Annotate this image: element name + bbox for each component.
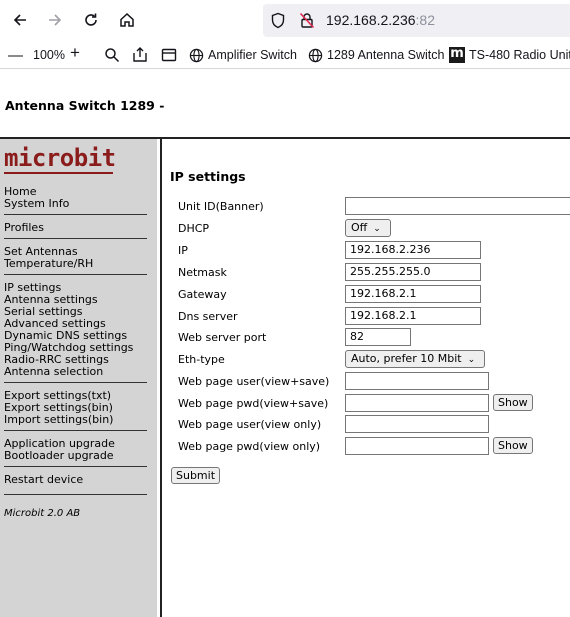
sidebar-separator — [4, 274, 147, 275]
globe-icon — [189, 48, 204, 62]
field-label: DHCP — [178, 222, 210, 235]
sidebar-separator — [4, 466, 147, 467]
microbit-logo: microbit — [4, 144, 116, 172]
bookmark-label: 1289 Antenna Switch — [327, 48, 445, 62]
web-pwd-view-only-input[interactable] — [345, 437, 489, 455]
logo-underline — [4, 172, 113, 174]
dns-server-input[interactable]: 192.168.2.1 — [345, 307, 481, 325]
field-label: Netmask — [178, 266, 227, 279]
page-title: Antenna Switch 1289 - — [5, 98, 165, 113]
netmask-input[interactable]: 255.255.255.0 — [345, 263, 481, 281]
globe-icon — [308, 48, 323, 62]
web-user-view-save-input[interactable] — [345, 372, 489, 390]
zoom-in-button[interactable]: + — [70, 43, 80, 62]
sidebar-separator — [4, 238, 147, 239]
share-icon[interactable] — [132, 46, 148, 64]
insecure-lock-icon[interactable] — [299, 12, 315, 33]
field-label: Web page user(view only) — [178, 418, 322, 431]
url-host: 192.168.2.236 — [326, 12, 416, 28]
browser-toolbar: 192.168.2.236:82 — [0, 0, 570, 40]
reload-icon[interactable] — [80, 9, 102, 31]
dhcp-value: Off — [351, 221, 368, 234]
field-label: Web server port — [178, 331, 267, 344]
web-server-port-input[interactable]: 82 — [345, 328, 411, 346]
field-label: Eth-type — [178, 353, 225, 366]
sidebar-item-system-info[interactable]: System Info — [4, 198, 69, 210]
ip-input[interactable]: 192.168.2.236 — [345, 241, 481, 259]
sidebar-item-import-settings-bin[interactable]: Import settings(bin) — [4, 414, 113, 426]
eth-type-value: Auto, prefer 10 Mbit — [351, 352, 462, 365]
field-label: Web page pwd(view only) — [178, 440, 321, 453]
field-label: Unit ID(Banner) — [178, 200, 264, 213]
sidebar-divider — [160, 139, 162, 617]
sidebar-item-restart-device[interactable]: Restart device — [4, 474, 83, 486]
sidebar — [0, 139, 157, 617]
web-user-view-only-input[interactable] — [345, 415, 489, 433]
bookmark-label: TS-480 Radio Unit — [469, 48, 570, 62]
sidebar-item-profiles[interactable]: Profiles — [4, 222, 44, 234]
sidebar-separator — [4, 430, 147, 431]
section-title: IP settings — [170, 169, 246, 184]
url-port: :82 — [415, 12, 435, 28]
zoom-level[interactable]: 100% — [33, 46, 65, 64]
back-icon[interactable] — [9, 9, 31, 31]
sidebar-toggle-icon[interactable] — [161, 46, 177, 64]
sidebar-item-temperature-rh[interactable]: Temperature/RH — [4, 258, 93, 270]
sidebar-separator — [4, 382, 147, 383]
submit-button[interactable]: Submit — [171, 467, 221, 484]
chevron-down-icon: ⌄ — [373, 224, 381, 234]
sidebar-item-bootloader-upgrade[interactable]: Bootloader upgrade — [4, 450, 114, 462]
field-label: Gateway — [178, 288, 227, 301]
field-label: IP — [178, 244, 188, 257]
url-text[interactable]: 192.168.2.236:82 — [326, 12, 435, 28]
shield-icon[interactable] — [270, 12, 286, 33]
field-label: Web page user(view+save) — [178, 375, 330, 388]
sidebar-footer: Microbit 2.0 AB — [4, 508, 81, 519]
bookmark-label: Amplifier Switch — [208, 48, 297, 62]
bookmarks-toolbar: — 100% + Amplifier Switch 1289 Antenna S… — [0, 40, 570, 69]
bookmark-amplifier-switch[interactable]: Amplifier Switch — [189, 46, 297, 64]
sidebar-item-antenna-selection[interactable]: Antenna selection — [4, 366, 103, 378]
unit-id-input[interactable] — [345, 197, 570, 215]
show-password-button[interactable]: Show — [493, 437, 533, 454]
sidebar-separator — [4, 214, 147, 215]
site-logo-icon: m — [449, 46, 465, 63]
forward-icon[interactable] — [44, 9, 66, 31]
eth-type-select[interactable]: Auto, prefer 10 Mbit ⌄ — [345, 350, 485, 368]
bookmark-1289-antenna-switch[interactable]: 1289 Antenna Switch — [308, 46, 444, 64]
search-icon[interactable] — [104, 46, 120, 64]
web-pwd-view-save-input[interactable] — [345, 394, 489, 412]
field-label: Dns server — [178, 310, 238, 323]
gateway-input[interactable]: 192.168.2.1 — [345, 285, 481, 303]
sidebar-separator — [4, 494, 147, 495]
zoom-out-button[interactable]: — — [8, 46, 23, 64]
dhcp-select[interactable]: Off ⌄ — [345, 219, 391, 237]
address-bar[interactable]: 192.168.2.236:82 — [263, 4, 570, 37]
field-label: Web page pwd(view+save) — [178, 397, 329, 410]
bookmark-ts-480-radio-unit[interactable]: m TS-480 Radio Unit — [449, 46, 570, 64]
chevron-down-icon: ⌄ — [467, 355, 476, 365]
home-icon[interactable] — [116, 9, 138, 31]
show-password-button[interactable]: Show — [493, 394, 533, 411]
